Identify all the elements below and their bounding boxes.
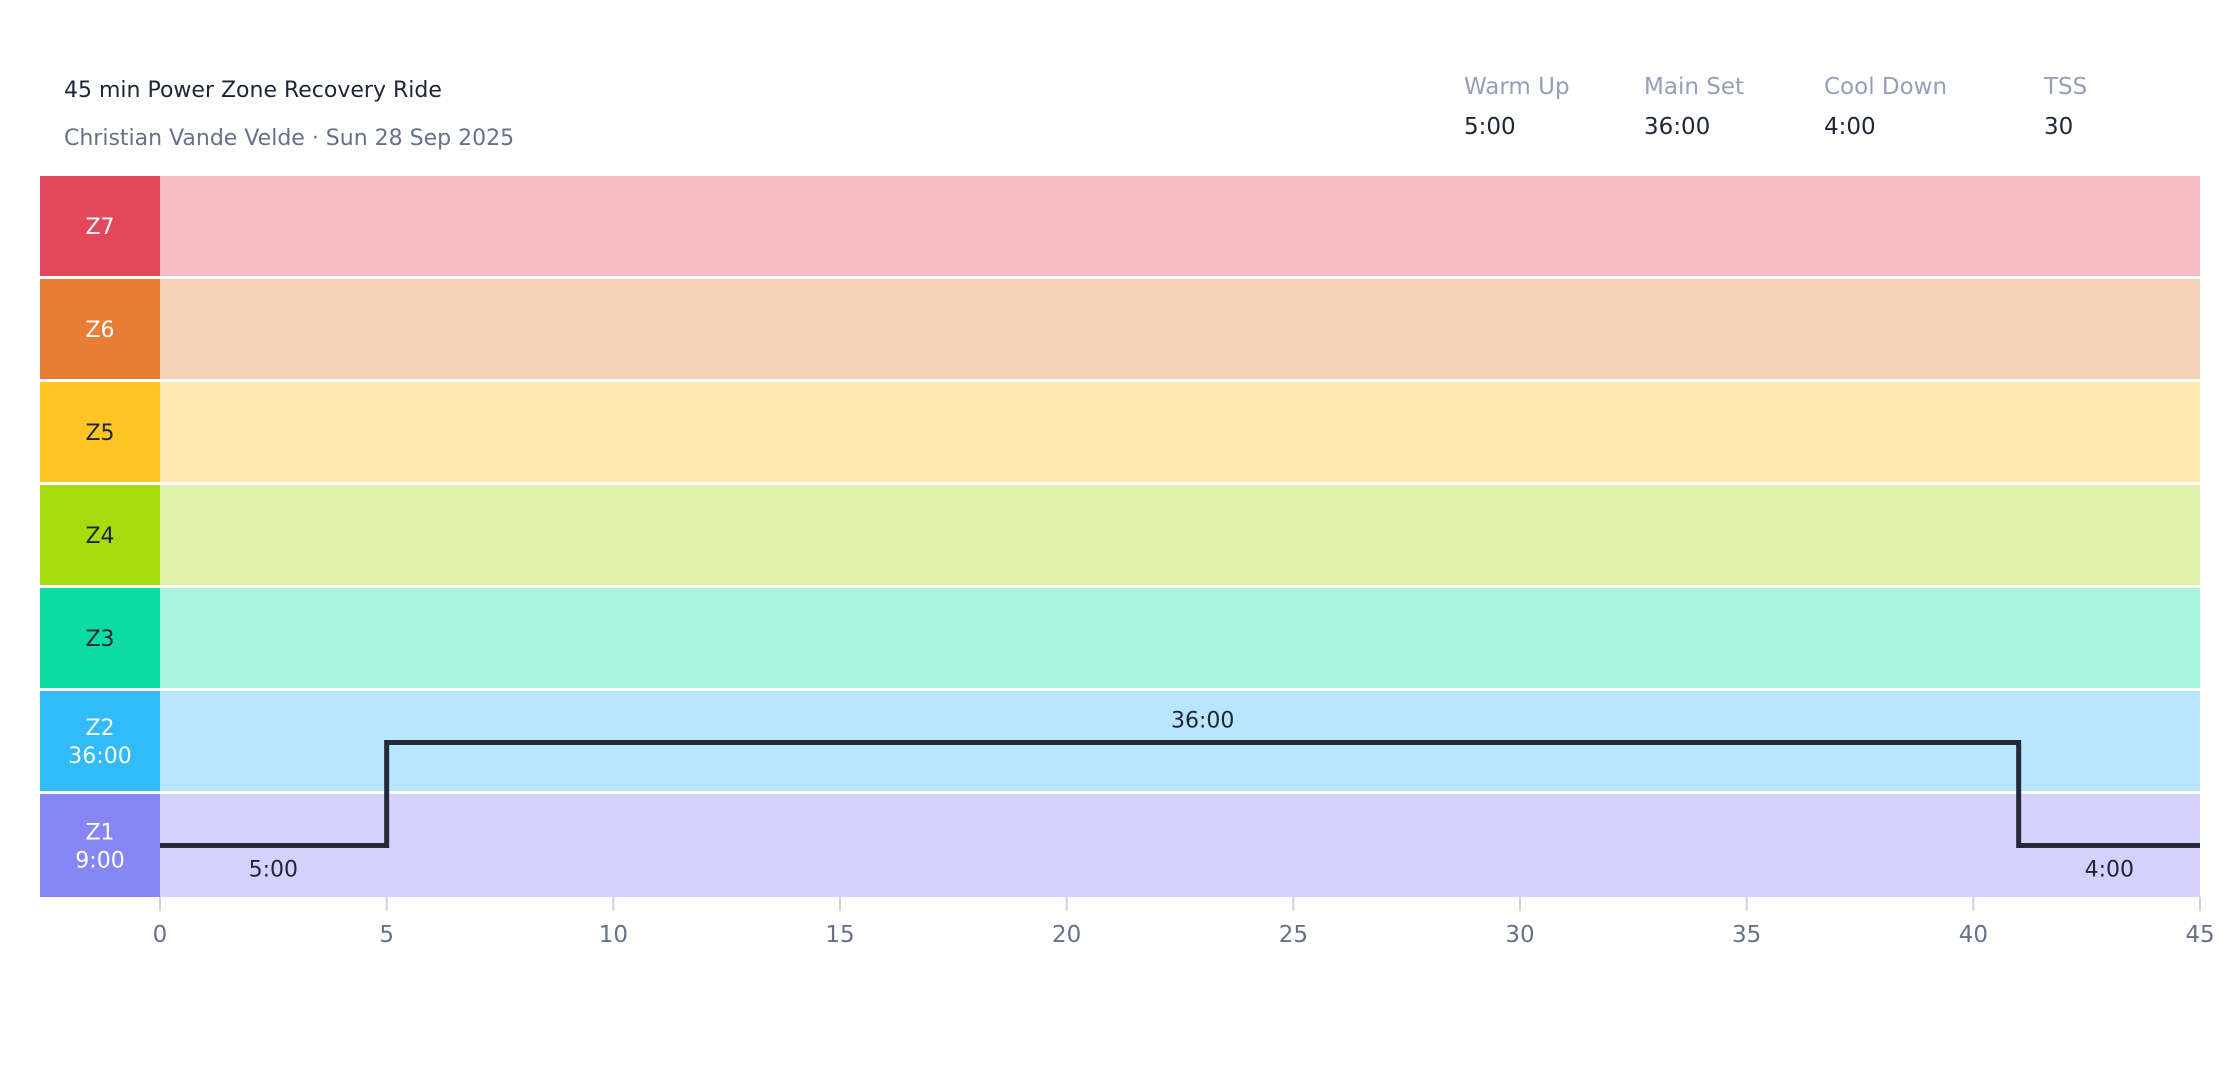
- zone-label: Z6: [85, 318, 114, 343]
- zone-label: Z1: [85, 821, 114, 846]
- segment-label: 4:00: [2085, 858, 2134, 883]
- zone-band-z3: [160, 588, 2200, 688]
- zone-label: Z3: [85, 627, 114, 652]
- x-tick-label: 15: [825, 922, 854, 948]
- zone-label: Z5: [85, 421, 114, 446]
- segment-label: 5:00: [249, 858, 298, 883]
- zone-band-z6: [160, 279, 2200, 379]
- x-tick-label: 5: [379, 922, 394, 948]
- x-tick-label: 45: [2185, 922, 2214, 948]
- zone-tag-z2: [40, 691, 160, 791]
- zone-band-z7: [160, 176, 2200, 276]
- zone-time: 36:00: [68, 744, 131, 769]
- zone-label: Z2: [85, 716, 114, 741]
- x-tick-label: 40: [1959, 922, 1988, 948]
- zone-band-z1: [160, 794, 2200, 897]
- x-tick-label: 10: [599, 922, 628, 948]
- x-tick-label: 20: [1052, 922, 1081, 948]
- zone-band-z4: [160, 485, 2200, 585]
- zone-tag-z1: [40, 794, 160, 897]
- x-tick-label: 30: [1505, 922, 1534, 948]
- zone-label: Z7: [85, 215, 114, 240]
- zone-band-z5: [160, 382, 2200, 482]
- x-tick-label: 35: [1732, 922, 1761, 948]
- zone-time: 9:00: [75, 849, 124, 874]
- zone-label: Z4: [85, 524, 114, 549]
- segment-label: 36:00: [1171, 709, 1234, 734]
- zone-chart: Z7 Z6 Z5 Z4 Z3 Z2 36:00 Z1 9:00 0 5 10 15 20 25 30 35 40…: [40, 176, 2215, 948]
- x-tick-label: 0: [153, 922, 168, 948]
- x-tick-label: 25: [1279, 922, 1308, 948]
